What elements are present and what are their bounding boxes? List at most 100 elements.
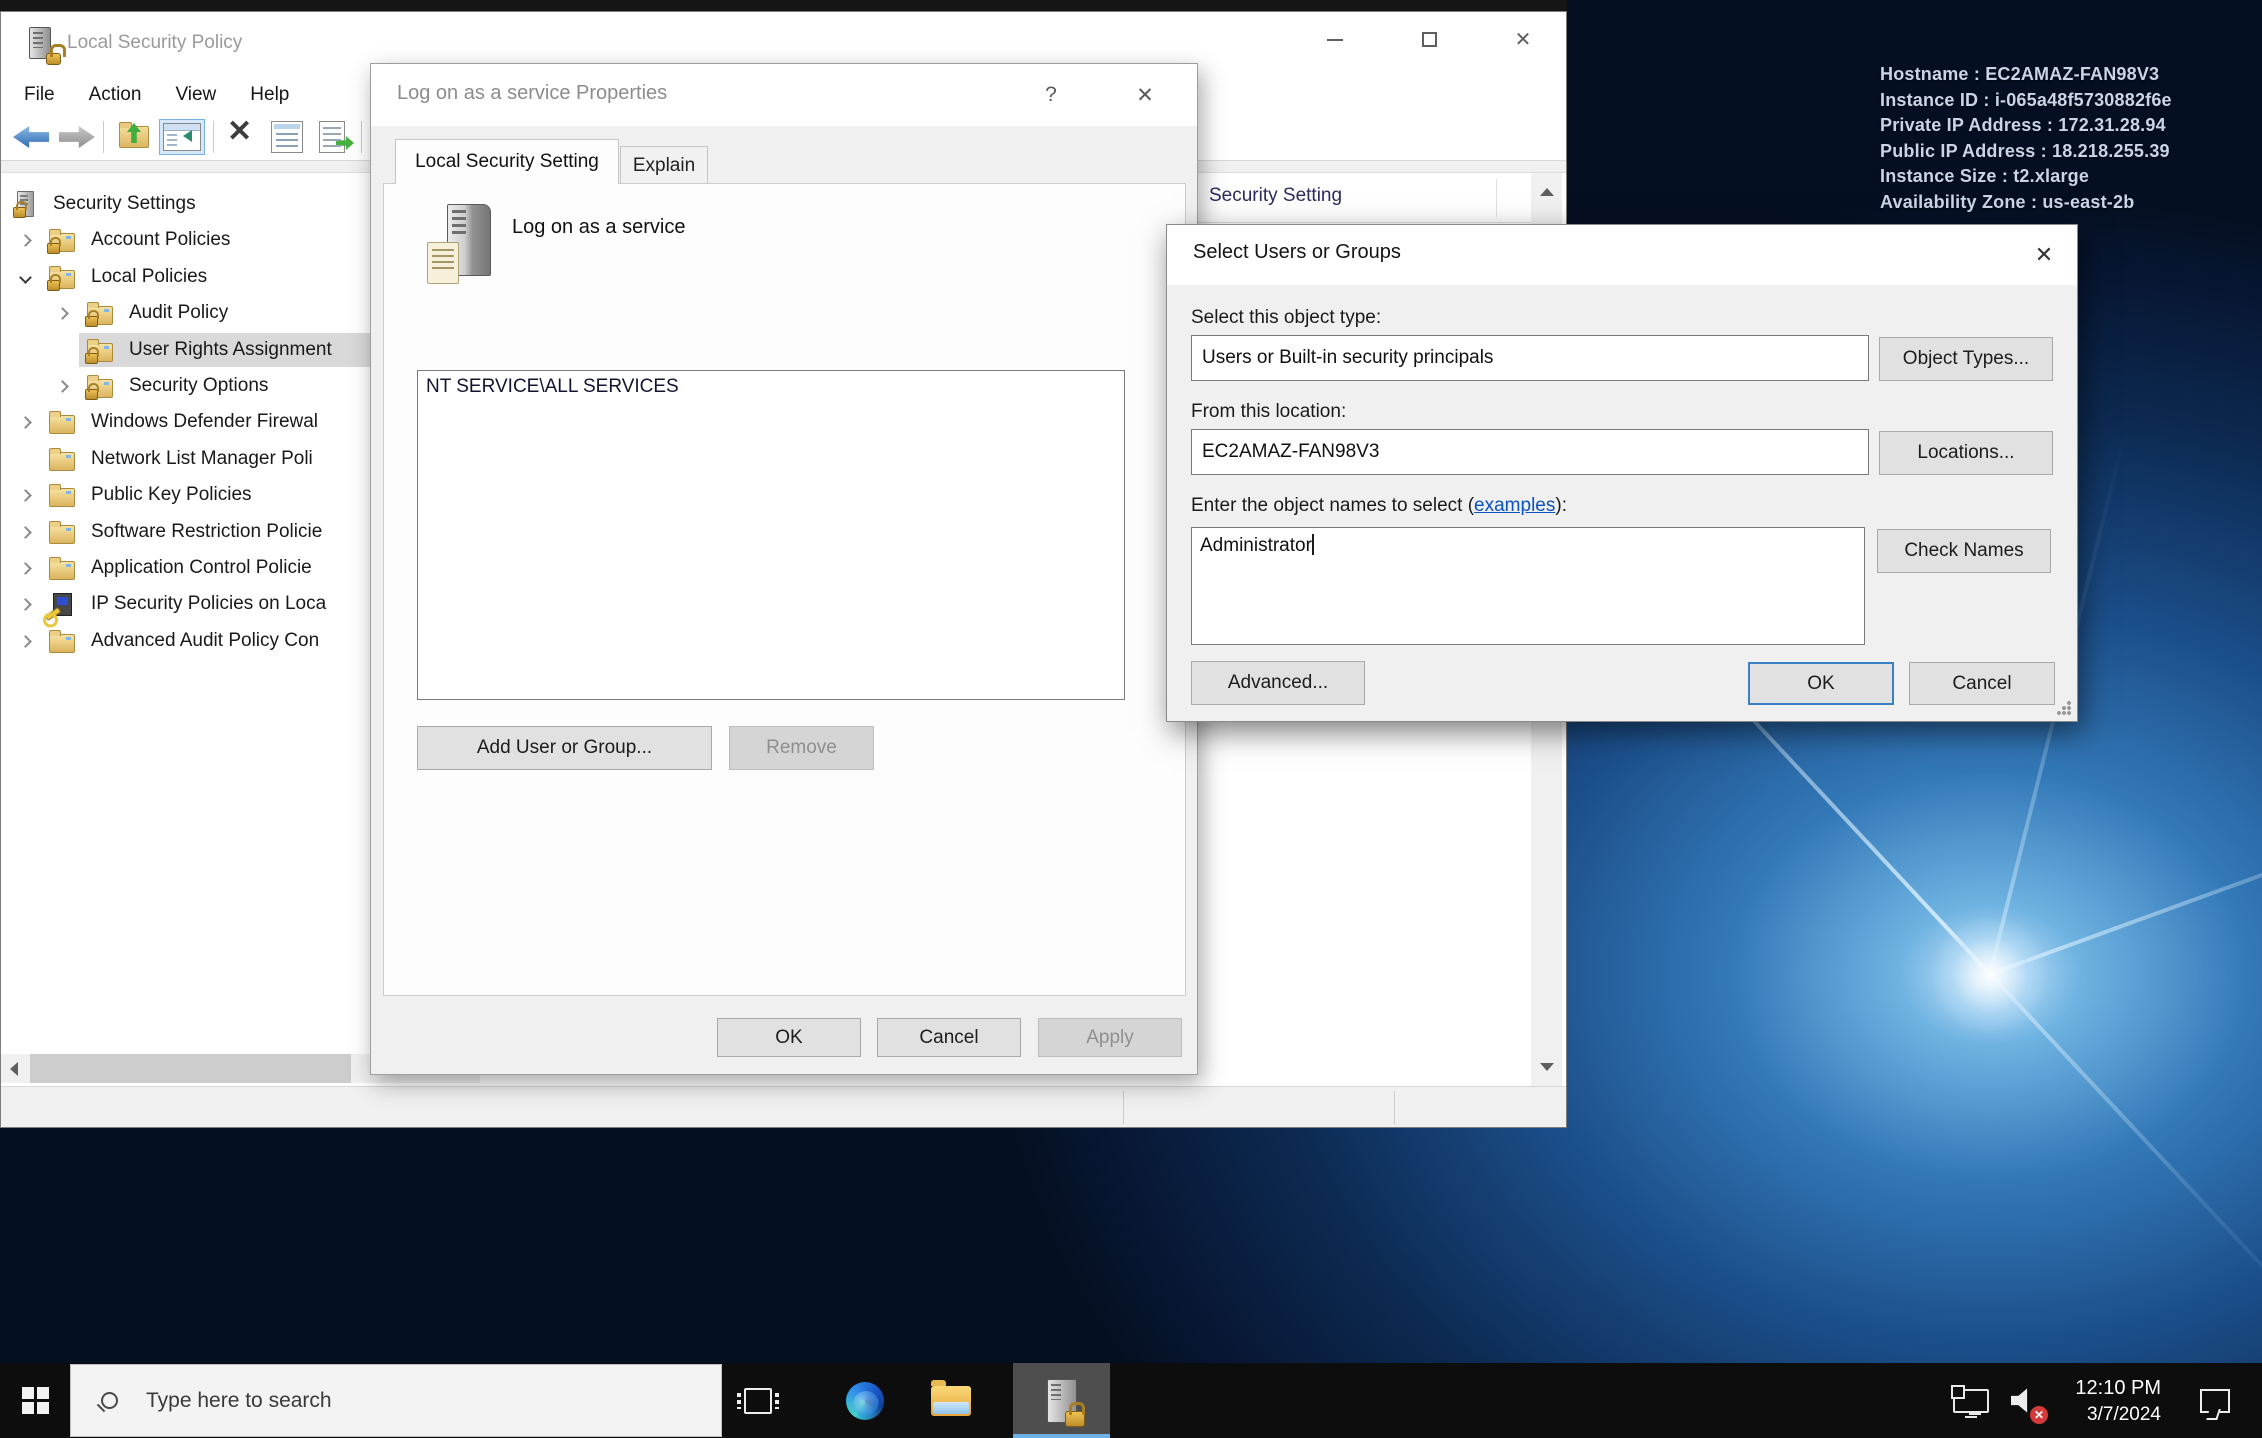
folder-lock-icon [85, 336, 117, 364]
chevron-right-icon[interactable] [19, 635, 32, 648]
tree-item-label: Security Settings [53, 193, 196, 215]
close-icon[interactable]: ✕ [2019, 233, 2069, 277]
check-names-button[interactable]: Check Names [1877, 529, 2051, 573]
close-button[interactable]: ✕ [1489, 12, 1557, 67]
taskbar-search-input[interactable]: Type here to search [70, 1364, 722, 1437]
locations-button[interactable]: Locations... [1879, 431, 2053, 475]
menu-file[interactable]: File [24, 84, 55, 106]
edge-button[interactable] [830, 1363, 900, 1438]
object-types-button[interactable]: Object Types... [1879, 337, 2053, 381]
select-users-or-groups-dialog: Select Users or Groups ✕ Select this obj… [1166, 224, 2078, 722]
instance-info-line: Instance Size : t2.xlarge [1880, 164, 2172, 190]
toolbar-separator [103, 121, 104, 153]
local-security-policy-icon [1047, 1379, 1077, 1423]
cancel-button[interactable]: Cancel [877, 1018, 1021, 1057]
network-tray-button[interactable] [1945, 1363, 1997, 1438]
export-list-icon[interactable] [319, 121, 345, 153]
chevron-right-icon[interactable] [19, 562, 32, 575]
back-icon[interactable] [13, 126, 49, 148]
tree-item-label: Public Key Policies [91, 484, 252, 506]
label-prefix: Enter the object names to select ( [1191, 495, 1474, 516]
action-center-button[interactable] [2185, 1363, 2245, 1438]
text-caret [1312, 534, 1314, 555]
chevron-down-icon[interactable] [19, 271, 32, 284]
tree-item-label: Account Policies [91, 229, 230, 251]
taskbar-clock[interactable]: 12:10 PM 3/7/2024 [2040, 1363, 2165, 1438]
ok-button[interactable]: OK [1748, 662, 1894, 705]
apply-button: Apply [1038, 1018, 1182, 1057]
folder-icon [47, 481, 79, 509]
object-names-textarea[interactable]: Administrator [1191, 527, 1865, 645]
wallpaper-beam [1989, 973, 2262, 1356]
toolbar-separator [361, 121, 362, 153]
location-field[interactable]: EC2AMAZ-FAN98V3 [1191, 429, 1869, 475]
console-tree-icon[interactable] [159, 119, 205, 155]
dialog-title-bar[interactable]: Log on as a service Properties ? ✕ [371, 64, 1197, 126]
scroll-left-icon[interactable] [1, 1054, 27, 1083]
clock-date: 3/7/2024 [2087, 1402, 2161, 1427]
tree-item-label: Windows Defender Firewal [91, 411, 318, 433]
task-view-button[interactable] [726, 1363, 790, 1438]
chevron-right-icon[interactable] [19, 416, 32, 429]
column-separator[interactable] [1496, 179, 1497, 217]
tab-explain[interactable]: Explain [620, 146, 708, 184]
instance-info-line: Availability Zone : us-east-2b [1880, 190, 2172, 216]
start-button[interactable] [0, 1363, 70, 1438]
tab-local-security-setting[interactable]: Local Security Setting [395, 139, 619, 184]
file-explorer-icon [931, 1386, 971, 1416]
maximize-button[interactable] [1395, 12, 1463, 67]
close-icon[interactable]: ✕ [1123, 74, 1167, 116]
computer-lock-icon [13, 190, 45, 218]
cancel-button[interactable]: Cancel [1909, 662, 2055, 705]
status-separator [1123, 1091, 1124, 1124]
search-icon [101, 1392, 118, 1409]
tree-item-label: Local Policies [91, 266, 207, 288]
help-icon[interactable]: ? [1029, 74, 1073, 116]
edge-icon [846, 1382, 884, 1420]
properties-list-icon[interactable] [271, 121, 303, 153]
delete-icon[interactable]: ✕ [227, 115, 252, 149]
menu-help[interactable]: Help [250, 84, 289, 106]
local-security-policy-taskbar-button[interactable] [1013, 1363, 1110, 1438]
tree-item-label: Audit Policy [129, 302, 228, 324]
tree-item-label: Security Options [129, 375, 268, 397]
chevron-right-icon[interactable] [19, 526, 32, 539]
scroll-up-icon[interactable] [1531, 173, 1562, 211]
tree-item-label: Advanced Audit Policy Con [91, 630, 319, 652]
file-explorer-button[interactable] [912, 1363, 990, 1438]
folder-lock-icon [47, 263, 79, 291]
object-type-label: Select this object type: [1191, 307, 1381, 329]
chevron-right-icon[interactable] [56, 380, 69, 393]
tree-item-label: Network List Manager Poli [91, 448, 313, 470]
object-type-field[interactable]: Users or Built-in security principals [1191, 335, 1869, 381]
chevron-right-icon[interactable] [19, 598, 32, 611]
folder-lock-icon [85, 299, 117, 327]
ok-button[interactable]: OK [717, 1018, 861, 1057]
scroll-down-icon[interactable] [1531, 1048, 1562, 1086]
chevron-right-icon[interactable] [19, 489, 32, 502]
minimize-button[interactable] [1301, 12, 1369, 67]
forward-icon[interactable] [59, 126, 95, 148]
active-app-indicator [1013, 1434, 1110, 1438]
examples-link[interactable]: examples [1474, 495, 1555, 516]
add-user-or-group-button[interactable]: Add User or Group... [417, 726, 712, 770]
up-folder-icon[interactable] [119, 126, 149, 148]
menu-action[interactable]: Action [89, 84, 142, 106]
status-bar [1, 1086, 1566, 1127]
list-item[interactable]: NT SERVICE\ALL SERVICES [418, 371, 1124, 403]
chevron-right-icon[interactable] [19, 234, 32, 247]
tree-item-label: User Rights Assignment [129, 339, 332, 361]
tree-item-label: Software Restriction Policie [91, 521, 322, 543]
remove-button: Remove [729, 726, 874, 770]
chevron-right-icon[interactable] [56, 307, 69, 320]
clock-time: 12:10 PM [2075, 1375, 2161, 1402]
members-listbox[interactable]: NT SERVICE\ALL SERVICES [417, 370, 1125, 700]
app-icon [29, 27, 61, 63]
scrollbar-thumb[interactable] [30, 1054, 351, 1083]
instance-info-line: Public IP Address : 18.218.255.39 [1880, 139, 2172, 165]
object-names-label: Enter the object names to select (exampl… [1191, 495, 1567, 517]
advanced-button[interactable]: Advanced... [1191, 661, 1365, 705]
resize-grip[interactable] [2057, 701, 2071, 715]
menu-view[interactable]: View [175, 84, 216, 106]
dialog-title-bar[interactable]: Select Users or Groups ✕ [1167, 225, 2077, 285]
